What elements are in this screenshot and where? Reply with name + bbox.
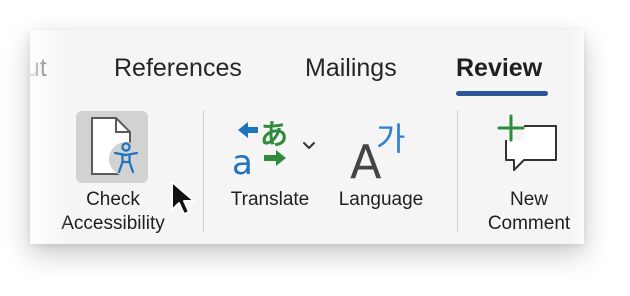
ribbon: out References Mailings Review Check Acc…	[30, 30, 584, 244]
new-comment-button[interactable]: New Comment	[474, 112, 584, 242]
group-separator	[203, 110, 204, 232]
group-separator	[457, 110, 458, 232]
active-tab-indicator	[456, 91, 548, 96]
language-label: Language	[338, 189, 424, 210]
accessibility-check-icon	[82, 114, 146, 185]
language-button[interactable]: A 가 Language	[328, 112, 436, 242]
mouse-pointer-icon	[169, 180, 197, 223]
tab-mailings[interactable]: Mailings	[305, 54, 397, 83]
tab-review[interactable]: Review	[456, 54, 542, 83]
chevron-down-icon[interactable]	[302, 138, 316, 156]
translate-icon: あ a	[230, 116, 298, 185]
translate-label: Translate	[230, 189, 310, 210]
new-comment-icon	[496, 114, 560, 185]
svg-text:a: a	[232, 143, 253, 180]
check-accessibility-label-line1: Check	[86, 189, 140, 210]
new-comment-label-line2: Comment	[487, 213, 571, 234]
svg-text:가: 가	[376, 120, 405, 158]
new-comment-label-line1: New	[509, 189, 548, 210]
language-icon: A 가	[348, 116, 412, 189]
svg-text:あ: あ	[260, 118, 288, 151]
check-accessibility-label-line2: Accessibility	[61, 213, 165, 234]
translate-button[interactable]: あ a Translate	[220, 112, 324, 242]
